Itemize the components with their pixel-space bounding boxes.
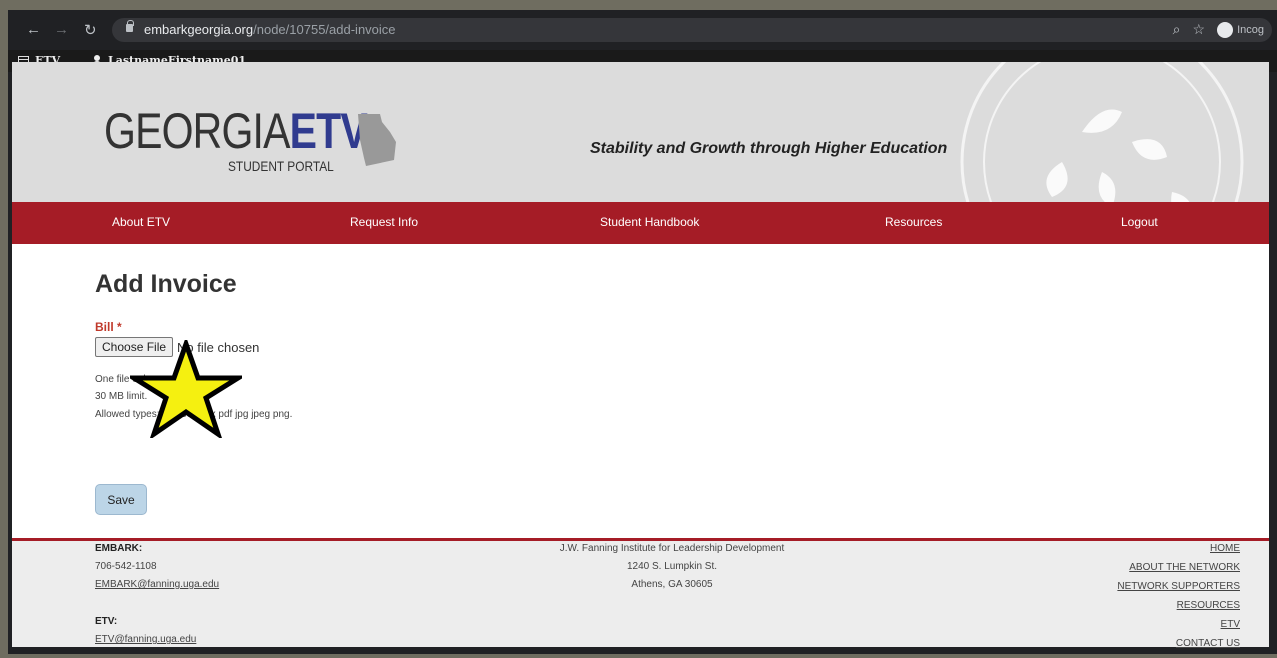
footer-embark-phone: 706-542-1108 [95, 561, 157, 572]
address-bar-actions: ⌕ ☆ Incog [1173, 21, 1264, 38]
lock-icon [126, 20, 134, 32]
tagline: Stability and Growth through Higher Educ… [590, 140, 948, 157]
bookmark-star-icon[interactable]: ☆ [1193, 21, 1206, 38]
nav-about-etv[interactable]: About ETV [112, 215, 170, 229]
footer-etv-heading: ETV: [95, 616, 118, 627]
back-arrow-icon[interactable]: ← [26, 21, 41, 38]
footer-link-home[interactable]: HOME [1210, 543, 1240, 554]
incognito-indicator[interactable]: Incog [1217, 21, 1264, 38]
footer-link-about-network[interactable]: ABOUT THE NETWORK [1129, 562, 1240, 573]
logo-georgia: GEORGIA [104, 103, 290, 159]
leaf-seal-icon [960, 62, 1244, 202]
star-annotation-icon [130, 340, 242, 438]
url-domain: embarkgeorgia.org [144, 22, 254, 37]
nav-request-info[interactable]: Request Info [350, 215, 418, 229]
footer-link-resources[interactable]: RESOURCES [1177, 600, 1240, 611]
forward-arrow-icon[interactable]: → [54, 21, 69, 38]
footer-address-line: 1240 S. Lumpkin St. [626, 561, 718, 572]
page-title: Add Invoice [95, 270, 237, 298]
logo-subtitle: STUDENT PORTAL [228, 158, 334, 174]
nav-student-handbook[interactable]: Student Handbook [600, 215, 699, 229]
incognito-label: Incog [1237, 23, 1264, 36]
bill-field-label: Bill * [95, 320, 122, 334]
site-header: GEORGIAETV STUDENT PORTAL Stability and … [12, 62, 1269, 202]
incognito-icon [1217, 21, 1234, 38]
site-footer: EMBARK: 706-542-1108 EMBARK@fanning.uga.… [12, 538, 1269, 649]
footer-embark-heading: EMBARK: [95, 543, 143, 554]
footer-etv-email[interactable]: ETV@fanning.uga.edu [95, 634, 196, 645]
nav-logout[interactable]: Logout [1121, 215, 1158, 229]
footer-address-line: J.W. Fanning Institute for Leadership De… [559, 543, 785, 554]
save-button[interactable]: Save [95, 484, 147, 515]
nav-resources[interactable]: Resources [885, 215, 942, 229]
site-logo[interactable]: GEORGIAETV [104, 102, 368, 160]
url-text: embarkgeorgia.org/node/10755/add-invoice [144, 22, 396, 37]
browser-toolbar: ← → ↻ embarkgeorgia.org/node/10755/add-i… [8, 10, 1277, 50]
footer-link-contact-us[interactable]: CONTACT US [1176, 638, 1240, 649]
footer-address-line: Athens, GA 30605 [631, 579, 713, 590]
georgia-map-icon [358, 114, 396, 166]
main-nav: About ETV Request Info Student Handbook … [12, 202, 1269, 244]
url-path: /node/10755/add-invoice [253, 22, 396, 37]
reload-icon[interactable]: ↻ [84, 21, 97, 39]
address-bar[interactable]: embarkgeorgia.org/node/10755/add-invoice… [112, 18, 1272, 42]
search-zoom-icon[interactable]: ⌕ [1173, 21, 1181, 38]
footer-embark-email[interactable]: EMBARK@fanning.uga.edu [95, 579, 219, 590]
footer-link-network-supporters[interactable]: NETWORK SUPPORTERS [1117, 581, 1240, 592]
footer-link-etv[interactable]: ETV [1221, 619, 1240, 630]
